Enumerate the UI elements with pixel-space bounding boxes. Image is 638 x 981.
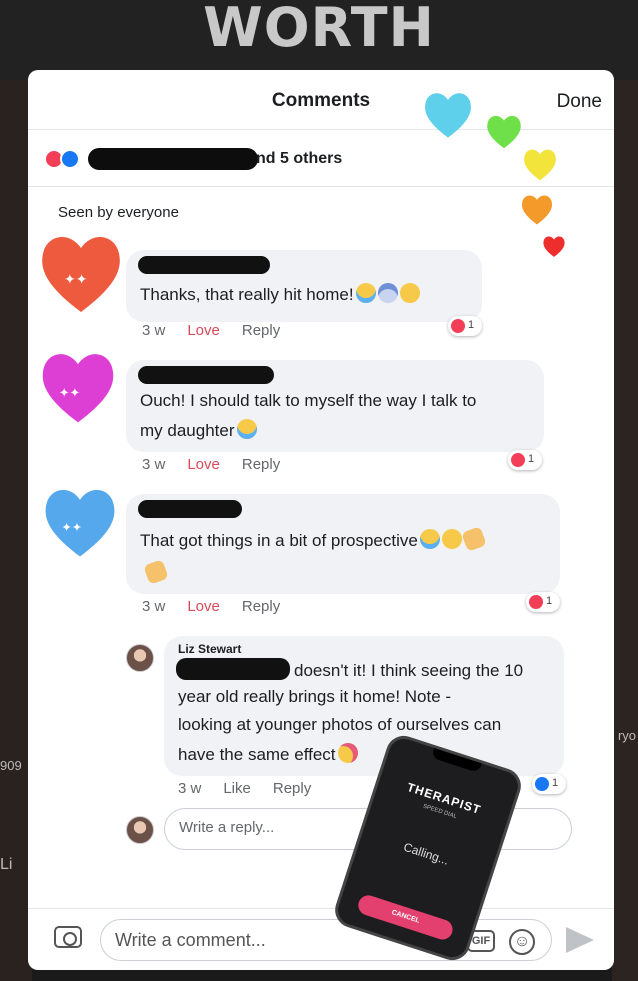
send-icon[interactable] [566, 927, 594, 953]
reply-action[interactable]: Reply [242, 456, 280, 473]
comment-time: 3 w [142, 322, 166, 339]
orange-heart-sticker-icon [522, 195, 552, 225]
background-left-text: Li [0, 856, 13, 873]
redaction-mark [138, 500, 242, 518]
pink-heart-sticker-icon: ✦✦ [42, 354, 114, 423]
camera-icon[interactable] [54, 926, 82, 948]
comment-bubble: Thanks, that really hit home! [126, 250, 482, 322]
reply-action[interactable]: Reply [242, 598, 280, 615]
comment-text: That got things in a bit of prospective [140, 526, 487, 556]
redaction-mark [138, 256, 270, 274]
background-title-strip: WORTH [0, 0, 638, 80]
reply-action[interactable]: Reply [273, 780, 311, 797]
reply-text-line-4: have the same effect [178, 740, 358, 770]
reply-text-line-2: year old really brings it home! Note - [178, 687, 452, 706]
love-action[interactable]: Love [187, 598, 220, 615]
comment-meta: 3 w Love Reply [142, 456, 280, 473]
sweat-emoji [419, 529, 440, 549]
comments-header: Comments Done [28, 70, 614, 130]
reaction-badge[interactable]: 1 [448, 316, 482, 336]
love-icon [511, 453, 525, 467]
phone-status: Calling... [401, 839, 451, 868]
small-red-heart-sticker-icon [543, 236, 565, 257]
comment-time: 3 w [142, 456, 166, 473]
emoji-icon[interactable]: ☺ [509, 929, 535, 955]
background-right-text: ryo [617, 728, 636, 743]
svg-text:✦✦: ✦✦ [61, 520, 82, 535]
love-icon [529, 595, 543, 609]
yellow-heart-sticker-icon [524, 149, 556, 181]
crying-emoji [355, 283, 376, 303]
comment-meta: 3 w Love Reply [142, 598, 280, 615]
comment-text-line-1: Ouch! I should talk to myself the way I … [140, 391, 477, 410]
heart-eyes-emoji [441, 529, 462, 549]
background-title: WORTH [203, 0, 435, 59]
green-heart-sticker-icon [487, 115, 521, 149]
reply-author[interactable]: Liz Stewart [178, 642, 241, 656]
fearful-emoji [377, 283, 398, 303]
heart-eyes-emoji [399, 283, 420, 303]
avatar [126, 816, 154, 844]
clapping-emoji [143, 559, 169, 585]
svg-text:✦✦: ✦✦ [64, 272, 88, 288]
avatar[interactable] [126, 644, 154, 672]
reply-text-line-3: looking at younger photos of ourselves c… [178, 715, 502, 734]
svg-text:✦✦: ✦✦ [59, 385, 81, 400]
seen-by-text: Seen by everyone [58, 204, 179, 221]
love-action[interactable]: Love [187, 456, 220, 473]
reaction-badge[interactable]: 1 [526, 592, 560, 612]
comment-composer: GIF ☺ [28, 908, 614, 970]
divider [28, 186, 614, 187]
background-right-strip: ryo [612, 80, 638, 981]
reaction-badge[interactable]: 1 [532, 774, 566, 794]
comment-text-line-2: my daughter [140, 416, 257, 446]
reply-bubble: Liz Stewart doesn't it! I think seeing t… [164, 636, 564, 776]
like-action[interactable]: Like [223, 780, 251, 797]
phone-cancel-button: CANCEL [355, 892, 456, 943]
reply-action[interactable]: Reply [242, 322, 280, 339]
crying-emoji [236, 419, 257, 439]
comment-meta: 3 w Love Reply [142, 322, 280, 339]
background-left-number: 909 [0, 758, 22, 773]
reply-time: 3 w [178, 780, 202, 797]
redaction-mark [138, 366, 274, 384]
comment-field[interactable]: GIF ☺ [100, 919, 552, 961]
reaction-badge[interactable]: 1 [508, 450, 542, 470]
redaction-mark [88, 148, 258, 170]
comment-bubble: Ouch! I should talk to myself the way I … [126, 360, 544, 452]
reply-meta: 3 w Like Reply [178, 780, 311, 797]
love-icon [451, 319, 465, 333]
blue-heart-sticker-icon: ✦✦ [45, 489, 115, 557]
like-icon [535, 777, 549, 791]
page-title: Comments [271, 90, 371, 111]
comment-text: Thanks, that really hit home! [140, 280, 420, 310]
comment-time: 3 w [142, 598, 166, 615]
red-heart-sticker-icon: ✦✦ [42, 236, 120, 312]
love-action[interactable]: Love [187, 322, 220, 339]
reactions-text: nd 5 others [256, 150, 343, 167]
done-button[interactable]: Done [557, 91, 602, 113]
comment-bubble: That got things in a bit of prospective [126, 494, 560, 594]
cyan-heart-sticker-icon [425, 93, 471, 138]
like-reaction-icon [60, 149, 80, 169]
clapping-emoji [461, 526, 487, 552]
redaction-mark [176, 658, 290, 680]
kissing-emoji [337, 743, 358, 763]
